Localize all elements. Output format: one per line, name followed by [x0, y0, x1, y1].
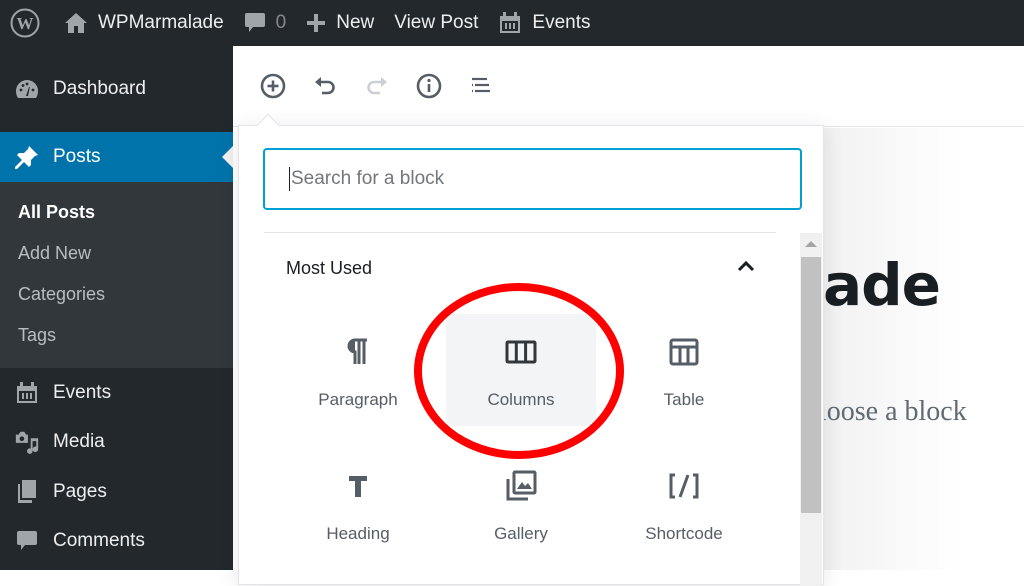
- post-title[interactable]: ade: [823, 251, 941, 319]
- plus-icon: [307, 14, 326, 32]
- home-icon: [65, 13, 87, 33]
- block-label: Shortcode: [645, 524, 723, 543]
- new-label: New: [336, 12, 375, 33]
- calendar-icon: [14, 380, 40, 406]
- text-cursor: [289, 167, 290, 191]
- info-icon: [416, 73, 442, 99]
- events-link[interactable]: Events: [488, 0, 600, 46]
- media-icon: [14, 429, 40, 455]
- svg-text:W: W: [17, 14, 34, 33]
- submenu-item-all-posts[interactable]: All Posts: [0, 192, 233, 233]
- chevron-up-icon[interactable]: [736, 259, 756, 278]
- editor-toolbar: [233, 46, 1024, 127]
- most-used-panel-header[interactable]: Most Used: [286, 258, 756, 279]
- block-label: Heading: [326, 524, 390, 543]
- block-search-field[interactable]: [263, 148, 802, 210]
- comment-icon: [14, 528, 40, 554]
- dashboard-icon: [14, 76, 40, 102]
- sidebar-item-dashboard[interactable]: Dashboard: [0, 46, 233, 132]
- info-button[interactable]: [411, 68, 447, 104]
- site-name: WPMarmalade: [98, 12, 224, 33]
- wordpress-logo-icon: W: [10, 8, 40, 38]
- shortcode-icon: [666, 468, 702, 504]
- columns-icon: [503, 334, 539, 370]
- sidebar-item-posts[interactable]: Posts: [0, 132, 233, 182]
- redo-icon: [367, 77, 387, 95]
- sidebar-item-label: Dashboard: [53, 78, 146, 99]
- heading-icon: [340, 468, 376, 504]
- admin-bar: W WPMarmalade 0 New View Post Events: [0, 0, 1024, 46]
- events-label: Events: [532, 12, 591, 33]
- submenu-item-add-new[interactable]: Add New: [0, 233, 233, 274]
- sidebar-item-comments[interactable]: Comments: [0, 517, 233, 567]
- comments-count: 0: [275, 12, 287, 33]
- add-block-button[interactable]: [255, 68, 291, 104]
- block-label: Columns: [487, 390, 555, 409]
- list-outline-icon: [472, 77, 490, 93]
- block-label: Paragraph: [318, 390, 398, 409]
- current-menu-arrow: [222, 146, 233, 168]
- submenu-item-categories[interactable]: Categories: [0, 274, 233, 315]
- undo-button[interactable]: [307, 68, 343, 104]
- scroll-up-arrow-icon[interactable]: [805, 241, 817, 247]
- calendar-icon: [500, 12, 521, 33]
- pages-icon: [14, 479, 40, 505]
- sidebar-item-label: Comments: [53, 530, 145, 552]
- new-content-link[interactable]: New: [296, 0, 384, 46]
- block-shortcode[interactable]: Shortcode: [609, 448, 759, 560]
- block-table[interactable]: Table: [609, 314, 759, 426]
- sidebar-item-label: Media: [53, 431, 105, 453]
- gallery-icon: [503, 468, 539, 504]
- block-paragraph[interactable]: Paragraph: [283, 314, 433, 426]
- posts-submenu: All Posts Add New Categories Tags: [0, 182, 233, 368]
- redo-button[interactable]: [359, 68, 395, 104]
- sidebar-item-pages[interactable]: Pages: [0, 467, 233, 517]
- comment-icon: [244, 13, 265, 32]
- site-name-link[interactable]: WPMarmalade: [54, 0, 234, 46]
- scrollbar-thumb[interactable]: [801, 257, 821, 513]
- panel-title: Most Used: [286, 258, 373, 278]
- block-gallery[interactable]: Gallery: [446, 448, 596, 560]
- table-icon: [666, 334, 702, 370]
- submenu-item-tags[interactable]: Tags: [0, 315, 233, 356]
- plus-circle-icon: [260, 73, 286, 99]
- default-block-appender[interactable]: ıoose a block: [819, 396, 967, 428]
- sidebar-item-label: Posts: [53, 146, 101, 167]
- block-types-list: Paragraph Columns Table Heading Gallery …: [283, 314, 769, 560]
- inserter-scrollbar[interactable]: [800, 233, 822, 586]
- sidebar-item-media[interactable]: Media: [0, 418, 233, 468]
- admin-sidebar: Dashboard Posts All Posts Add New Catego…: [0, 46, 233, 570]
- pin-icon: [14, 144, 40, 170]
- view-post-link[interactable]: View Post: [384, 0, 488, 46]
- paragraph-icon: [340, 334, 376, 370]
- sidebar-item-label: Events: [53, 381, 112, 403]
- block-search-input[interactable]: [291, 168, 800, 190]
- undo-icon: [315, 77, 335, 95]
- block-columns[interactable]: Columns: [446, 314, 596, 426]
- wordpress-logo-button[interactable]: W: [0, 0, 54, 46]
- divider: [264, 232, 776, 233]
- block-navigation-button[interactable]: [463, 68, 499, 104]
- view-post-label: View Post: [394, 12, 479, 33]
- block-inserter-popover: Most Used Paragraph Columns: [238, 113, 824, 586]
- sidebar-item-label: Pages: [53, 480, 107, 502]
- canvas-shadow: [823, 128, 963, 570]
- comments-link[interactable]: 0: [234, 0, 297, 46]
- block-heading[interactable]: Heading: [283, 448, 433, 560]
- block-label: Table: [663, 390, 705, 409]
- sidebar-item-events[interactable]: Events: [0, 368, 233, 418]
- block-label: Gallery: [494, 524, 548, 543]
